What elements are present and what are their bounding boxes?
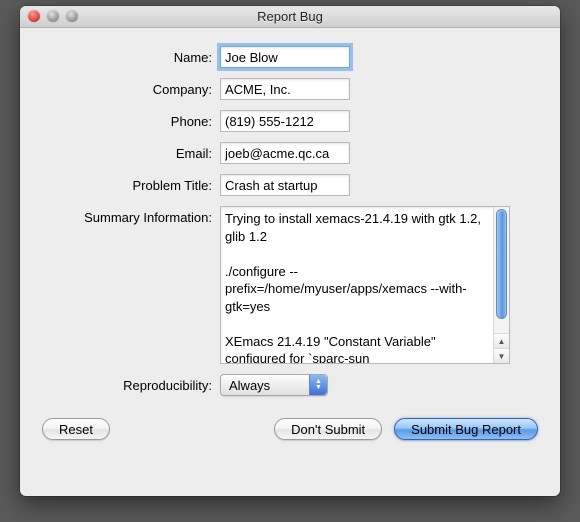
- name-field[interactable]: [220, 46, 350, 68]
- reproducibility-value: Always: [229, 378, 270, 393]
- phone-label: Phone:: [40, 110, 220, 129]
- titlebar[interactable]: Report Bug: [20, 6, 560, 28]
- reset-button[interactable]: Reset: [42, 418, 110, 440]
- submit-bug-report-button[interactable]: Submit Bug Report: [394, 418, 538, 440]
- traffic-lights: [28, 10, 78, 22]
- reproducibility-select[interactable]: Always ▲ ▼: [220, 374, 328, 396]
- close-icon[interactable]: [28, 10, 40, 22]
- problem-title-label: Problem Title:: [40, 174, 220, 193]
- scroll-up-arrow-icon[interactable]: ▲: [494, 333, 509, 348]
- scroll-thumb[interactable]: [496, 209, 507, 319]
- name-label: Name:: [40, 46, 220, 65]
- company-label: Company:: [40, 78, 220, 97]
- company-field[interactable]: [220, 78, 350, 100]
- button-row: Reset Don't Submit Submit Bug Report: [40, 418, 540, 440]
- report-bug-window: Report Bug Name: Company: Phone: Email: …: [20, 6, 560, 496]
- dont-submit-button[interactable]: Don't Submit: [274, 418, 382, 440]
- phone-field[interactable]: [220, 110, 350, 132]
- summary-field-wrap: Trying to install xemacs-21.4.19 with gt…: [220, 206, 510, 364]
- scroll-down-arrow-icon[interactable]: ▼: [494, 348, 509, 363]
- summary-field[interactable]: Trying to install xemacs-21.4.19 with gt…: [221, 207, 493, 363]
- zoom-icon[interactable]: [66, 10, 78, 22]
- window-title: Report Bug: [257, 9, 323, 24]
- scrollbar[interactable]: ▲ ▼: [493, 207, 509, 363]
- email-field[interactable]: [220, 142, 350, 164]
- summary-label: Summary Information:: [40, 206, 220, 225]
- select-arrows-icon: ▲ ▼: [309, 375, 327, 395]
- problem-title-field[interactable]: [220, 174, 350, 196]
- minimize-icon[interactable]: [47, 10, 59, 22]
- form-content: Name: Company: Phone: Email: Problem Tit…: [20, 28, 560, 452]
- reproducibility-label: Reproducibility:: [40, 374, 220, 393]
- email-label: Email:: [40, 142, 220, 161]
